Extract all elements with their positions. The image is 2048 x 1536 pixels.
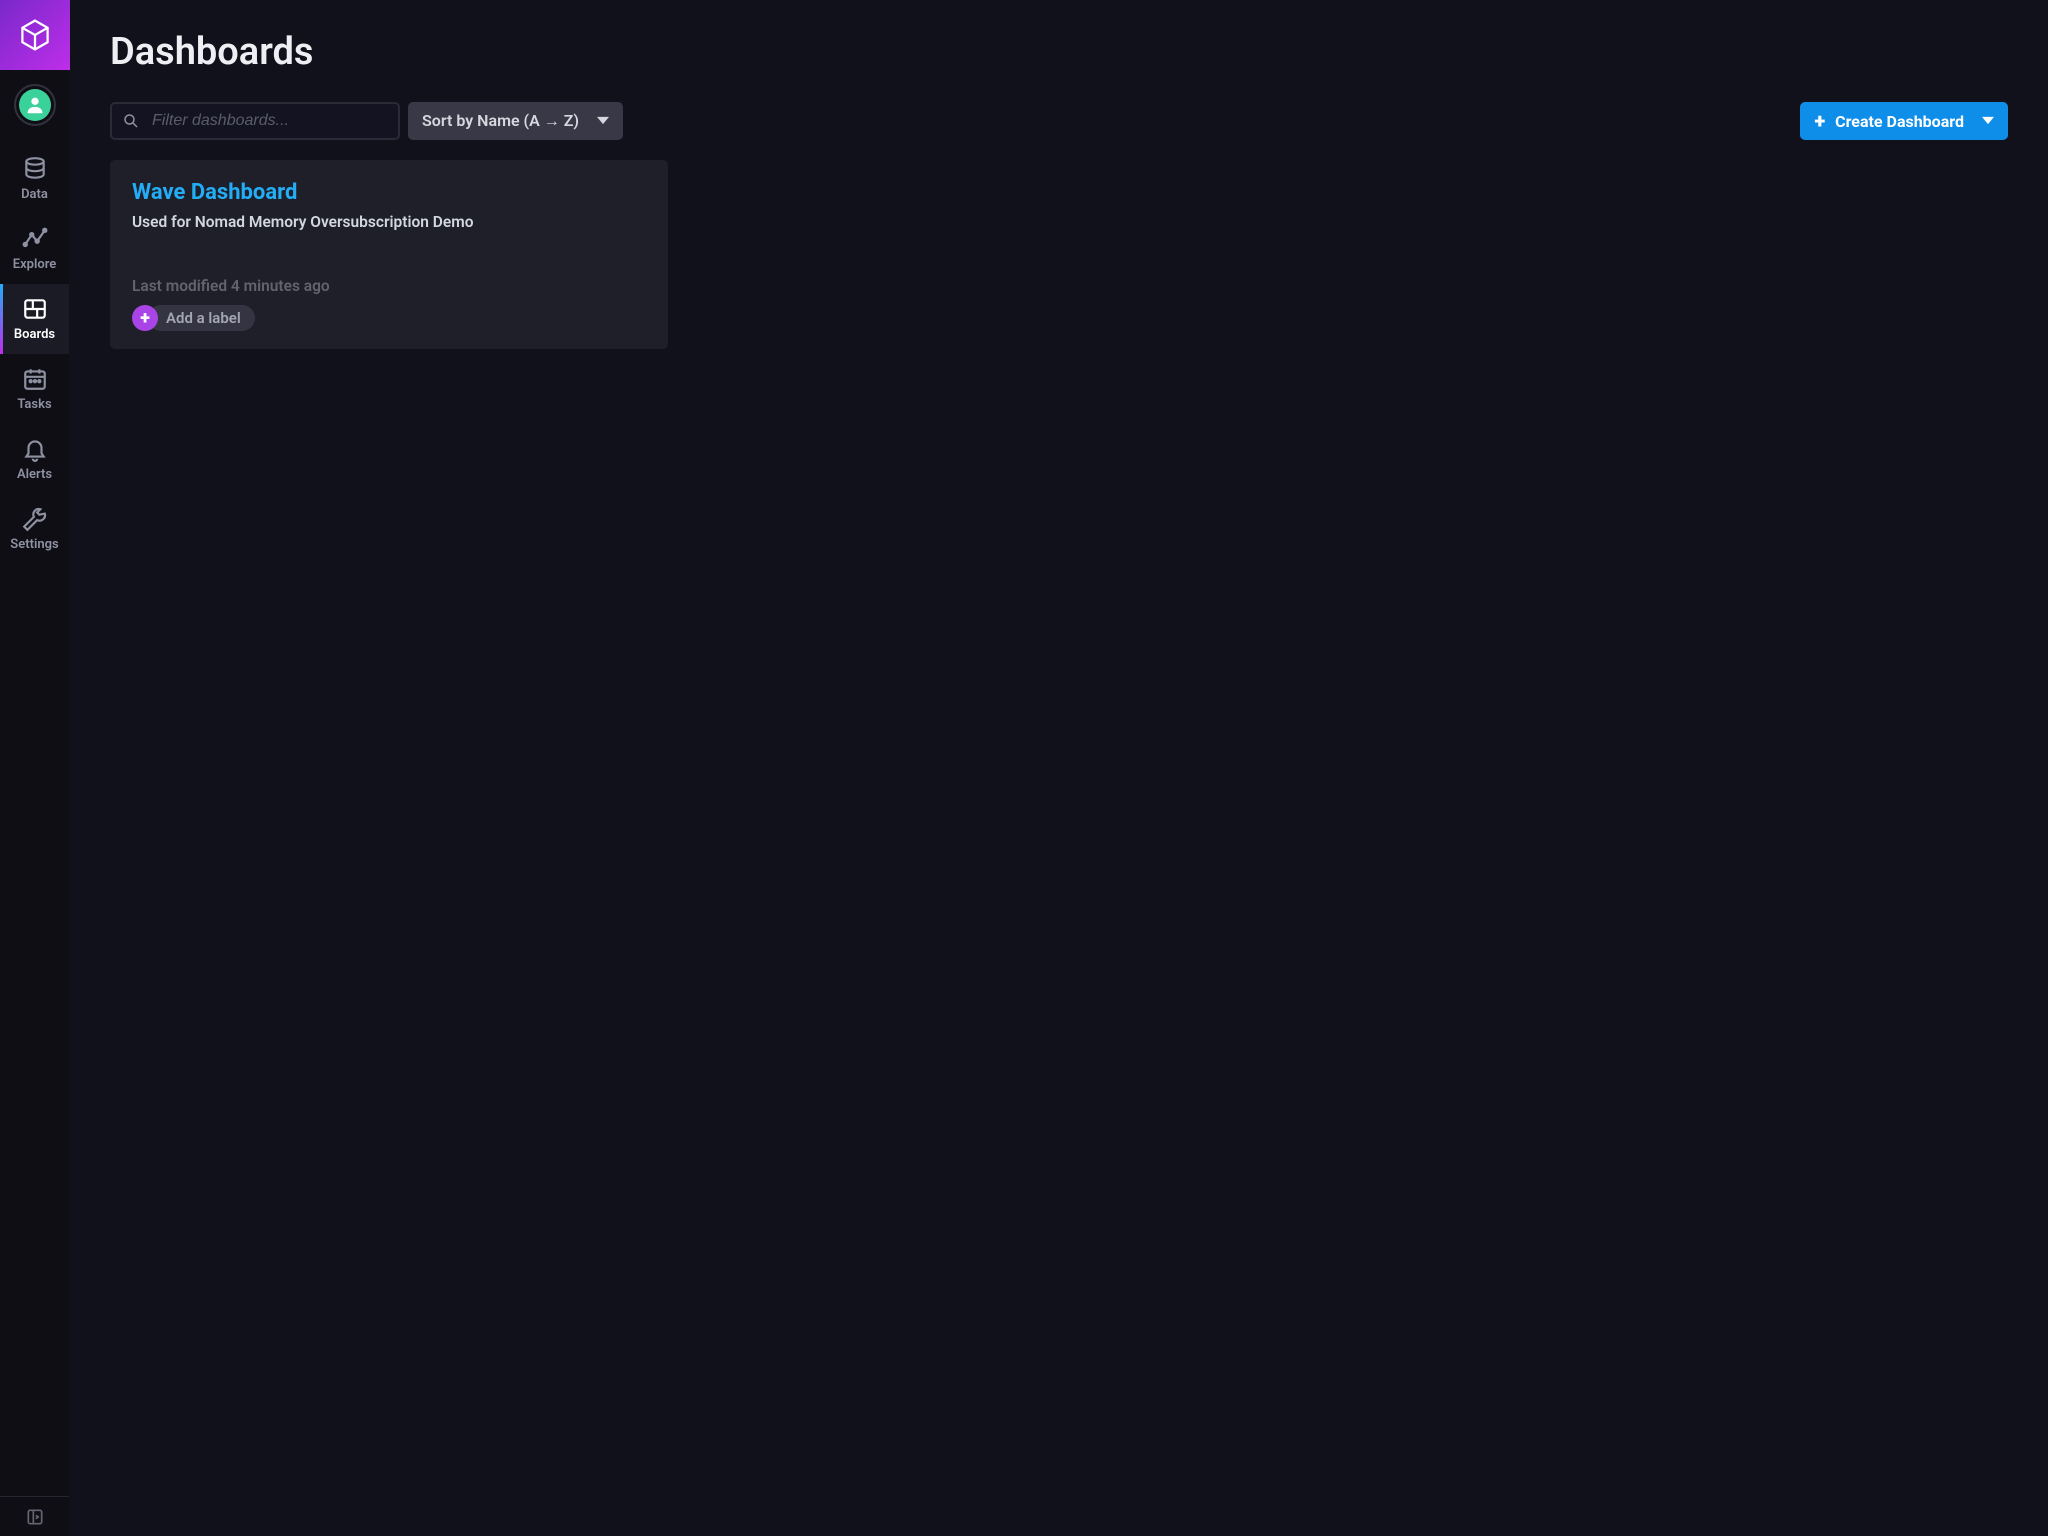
calendar-icon	[22, 366, 48, 392]
sort-select[interactable]: Sort by Name (A → Z)	[408, 102, 623, 140]
create-label: Create Dashboard	[1835, 112, 1964, 131]
cube-icon	[17, 17, 53, 53]
nav-label: Data	[21, 187, 48, 202]
plus-icon: +	[1814, 111, 1825, 131]
dashboard-description: Used for Nomad Memory Oversubscription D…	[132, 213, 646, 231]
add-label-button[interactable]: +	[132, 305, 158, 331]
nav-item-settings[interactable]: Settings	[0, 494, 69, 564]
nav: Data Explore Boards Tasks Alerts Setting…	[0, 144, 69, 564]
nav-label: Explore	[13, 257, 57, 272]
search-wrap	[110, 102, 400, 140]
label-row: + Add a label	[132, 305, 646, 331]
create-dashboard-button[interactable]: + Create Dashboard	[1800, 102, 2008, 140]
database-icon	[22, 156, 48, 182]
dashboard-title-link[interactable]: Wave Dashboard	[132, 180, 646, 205]
graph-icon	[22, 226, 48, 252]
nav-label: Settings	[10, 537, 58, 552]
avatar[interactable]	[14, 84, 56, 126]
page-title: Dashboards	[110, 30, 2008, 74]
bell-icon	[22, 436, 48, 462]
main-content: Dashboards Sort by Name (A → Z) + Create…	[70, 0, 2048, 1536]
toolbar: Sort by Name (A → Z) + Create Dashboard	[110, 102, 2008, 140]
nav-label: Tasks	[17, 397, 51, 412]
nav-item-explore[interactable]: Explore	[0, 214, 69, 284]
nav-item-boards[interactable]: Boards	[0, 284, 69, 354]
dashboard-card: Wave Dashboard Used for Nomad Memory Ove…	[110, 160, 668, 349]
boards-icon	[22, 296, 48, 322]
chevron-down-icon	[597, 112, 609, 131]
nav-item-alerts[interactable]: Alerts	[0, 424, 69, 494]
app-logo[interactable]	[0, 0, 70, 70]
nav-label: Alerts	[17, 467, 52, 482]
dashboard-last-modified: Last modified 4 minutes ago	[132, 277, 646, 295]
nav-label: Boards	[14, 327, 55, 342]
search-icon	[122, 112, 140, 130]
wrench-icon	[22, 506, 48, 532]
sort-label: Sort by Name (A → Z)	[422, 111, 579, 131]
nav-item-data[interactable]: Data	[0, 144, 69, 214]
search-input[interactable]	[110, 102, 400, 140]
sidebar: Data Explore Boards Tasks Alerts Setting…	[0, 0, 70, 1536]
sidebar-expand-button[interactable]	[0, 1496, 69, 1536]
expand-icon	[25, 1507, 45, 1527]
user-icon	[24, 94, 46, 116]
nav-item-tasks[interactable]: Tasks	[0, 354, 69, 424]
chevron-down-icon	[1982, 112, 1994, 131]
add-label-pill[interactable]: Add a label	[148, 305, 255, 331]
